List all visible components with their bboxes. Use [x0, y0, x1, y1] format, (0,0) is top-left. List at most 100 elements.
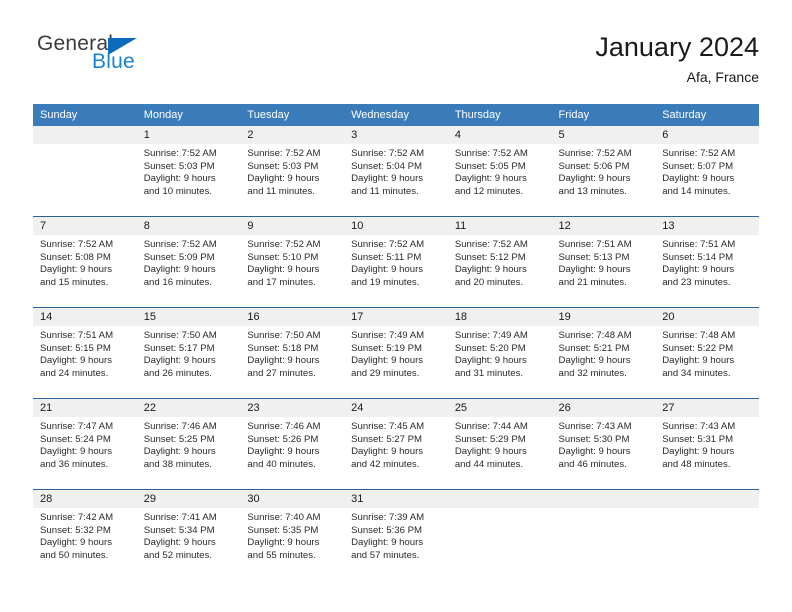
sunset-text: Sunset: 5:12 PM	[454, 251, 526, 263]
calendar-day-cell[interactable]: 1 Sunrise: 7:52 AM Sunset: 5:03 PM Daylight…	[136, 126, 241, 217]
daylight-text-line2: and 19 minutes.	[351, 276, 420, 288]
calendar-day-cell[interactable]: 11 Sunrise: 7:52 AM Sunset: 5:12 PM Dayligh…	[447, 216, 552, 308]
sunset-text: Sunset: 5:03 PM	[247, 160, 319, 172]
calendar-day-cell[interactable]: 22 Sunrise: 7:46 AM Sunset: 5:25 PM Dayligh…	[136, 398, 241, 490]
day-number	[655, 490, 759, 508]
calendar-day-cell[interactable]: 29 Sunrise: 7:41 AM Sunset: 5:34 PM Dayligh…	[136, 489, 241, 580]
sunrise-text: Sunrise: 7:46 AM	[247, 421, 321, 432]
daylight-text-line2: and 10 minutes.	[143, 185, 212, 197]
day-cell-inner: 3 Sunrise: 7:52 AM Sunset: 5:04 PM Daylight…	[344, 126, 448, 216]
calendar-day-cell[interactable]: 27 Sunrise: 7:43 AM Sunset: 5:31 PM Dayligh…	[655, 398, 759, 490]
calendar-day-cell[interactable]: 8 Sunrise: 7:52 AM Sunset: 5:09 PM Daylight…	[136, 216, 241, 308]
calendar-day-cell[interactable]: 26 Sunrise: 7:43 AM Sunset: 5:30 PM Dayligh…	[551, 398, 656, 490]
daylight-text-line1: Daylight: 9 hours	[40, 446, 112, 458]
day-cell-inner: 15 Sunrise: 7:50 AM Sunset: 5:17 PM Dayligh…	[136, 308, 241, 398]
sunrise-text: Sunrise: 7:52 AM	[247, 239, 321, 250]
calendar-day-cell[interactable]: 10 Sunrise: 7:52 AM Sunset: 5:11 PM Dayligh…	[344, 216, 448, 308]
day-cell-inner: 4 Sunrise: 7:52 AM Sunset: 5:05 PM Daylight…	[447, 126, 552, 216]
calendar-day-cell[interactable]: 31 Sunrise: 7:39 AM Sunset: 5:36 PM Dayligh…	[344, 489, 448, 580]
calendar-day-cell[interactable]: 13 Sunrise: 7:51 AM Sunset: 5:14 PM Dayligh…	[655, 216, 759, 308]
sunset-text: Sunset: 5:31 PM	[662, 433, 734, 445]
day-details: Sunrise: 7:52 AM Sunset: 5:07 PM Daylight:…	[655, 144, 759, 198]
day-details: Sunrise: 7:39 AM Sunset: 5:36 PM Daylight:…	[344, 508, 448, 562]
calendar-day-cell[interactable]: 12 Sunrise: 7:51 AM Sunset: 5:13 PM Dayligh…	[551, 216, 656, 308]
day-number: 17	[344, 308, 448, 326]
day-details: Sunrise: 7:51 AM Sunset: 5:13 PM Daylight:…	[552, 235, 656, 289]
day-cell-inner: 25 Sunrise: 7:44 AM Sunset: 5:29 PM Dayligh…	[447, 399, 552, 489]
sunset-text: Sunset: 5:26 PM	[247, 433, 319, 445]
day-cell-inner: 22 Sunrise: 7:46 AM Sunset: 5:25 PM Dayligh…	[136, 399, 241, 489]
page-subtitle-location: Afa, France	[686, 69, 759, 85]
calendar-day-cell[interactable]: 9 Sunrise: 7:52 AM Sunset: 5:10 PM Daylight…	[240, 216, 345, 308]
day-cell-inner: 23 Sunrise: 7:46 AM Sunset: 5:26 PM Dayligh…	[240, 399, 345, 489]
calendar-day-cell[interactable]: 21 Sunrise: 7:47 AM Sunset: 5:24 PM Dayligh…	[33, 398, 137, 490]
sunrise-text: Sunrise: 7:44 AM	[454, 421, 528, 432]
weekday-header-saturday: Saturday	[655, 104, 759, 126]
day-number: 29	[136, 490, 241, 508]
sunrise-text: Sunrise: 7:50 AM	[247, 330, 321, 341]
daylight-text-line2: and 11 minutes.	[351, 185, 419, 197]
calendar-day-cell[interactable]: 24 Sunrise: 7:45 AM Sunset: 5:27 PM Dayligh…	[344, 398, 448, 490]
day-number: 28	[33, 490, 137, 508]
calendar-day-cell	[447, 489, 552, 580]
calendar-day-cell[interactable]: 6 Sunrise: 7:52 AM Sunset: 5:07 PM Daylight…	[655, 126, 759, 217]
daylight-text-line1: Daylight: 9 hours	[143, 264, 216, 276]
calendar-day-cell[interactable]: 5 Sunrise: 7:52 AM Sunset: 5:06 PM Daylight…	[551, 126, 656, 217]
calendar-day-cell[interactable]: 7 Sunrise: 7:52 AM Sunset: 5:08 PM Daylight…	[33, 216, 137, 308]
day-number: 27	[655, 399, 759, 417]
calendar-day-cell[interactable]: 17 Sunrise: 7:49 AM Sunset: 5:19 PM Dayligh…	[344, 307, 448, 399]
calendar-day-cell[interactable]: 23 Sunrise: 7:46 AM Sunset: 5:26 PM Dayligh…	[240, 398, 345, 490]
sunrise-text: Sunrise: 7:39 AM	[351, 512, 425, 523]
calendar-week-row: 28 Sunrise: 7:42 AM Sunset: 5:32 PM Dayligh…	[33, 489, 759, 580]
calendar-day-cell[interactable]: 3 Sunrise: 7:52 AM Sunset: 5:04 PM Daylight…	[344, 126, 448, 217]
day-number: 4	[447, 126, 552, 144]
calendar-day-cell[interactable]: 28 Sunrise: 7:42 AM Sunset: 5:32 PM Dayligh…	[33, 489, 137, 580]
daylight-text-line2: and 29 minutes.	[351, 367, 420, 379]
sunset-text: Sunset: 5:34 PM	[143, 524, 215, 536]
calendar-day-cell[interactable]: 20 Sunrise: 7:48 AM Sunset: 5:22 PM Dayligh…	[655, 307, 759, 399]
calendar-day-cell	[551, 489, 656, 580]
daylight-text-line1: Daylight: 9 hours	[662, 446, 735, 458]
daylight-text-line2: and 57 minutes.	[351, 549, 420, 561]
daylight-text-line2: and 48 minutes.	[662, 458, 731, 470]
day-details: Sunrise: 7:45 AM Sunset: 5:27 PM Daylight:…	[344, 417, 448, 471]
calendar-day-cell[interactable]: 14 Sunrise: 7:51 AM Sunset: 5:15 PM Dayligh…	[33, 307, 137, 399]
calendar-day-cell[interactable]: 15 Sunrise: 7:50 AM Sunset: 5:17 PM Dayligh…	[136, 307, 241, 399]
day-number: 16	[240, 308, 345, 326]
day-cell-inner: 1 Sunrise: 7:52 AM Sunset: 5:03 PM Daylight…	[136, 126, 241, 216]
day-details: Sunrise: 7:52 AM Sunset: 5:03 PM Daylight:…	[240, 144, 344, 198]
sunset-text: Sunset: 5:17 PM	[143, 342, 215, 354]
calendar-week-row: 7 Sunrise: 7:52 AM Sunset: 5:08 PM Daylight…	[33, 216, 759, 308]
calendar-day-cell[interactable]: 4 Sunrise: 7:52 AM Sunset: 5:05 PM Daylight…	[447, 126, 552, 217]
calendar-day-cell[interactable]: 19 Sunrise: 7:48 AM Sunset: 5:21 PM Dayligh…	[551, 307, 656, 399]
calendar-day-cell[interactable]: 25 Sunrise: 7:44 AM Sunset: 5:29 PM Dayligh…	[447, 398, 552, 490]
calendar-day-cell[interactable]: 18 Sunrise: 7:49 AM Sunset: 5:20 PM Dayligh…	[447, 307, 552, 399]
day-details: Sunrise: 7:47 AM Sunset: 5:24 PM Daylight:…	[33, 417, 137, 471]
sunset-text: Sunset: 5:36 PM	[351, 524, 423, 536]
day-details: Sunrise: 7:43 AM Sunset: 5:30 PM Daylight:…	[552, 417, 656, 471]
day-number: 23	[240, 399, 345, 417]
daylight-text-line2: and 32 minutes.	[558, 367, 627, 379]
daylight-text-line1: Daylight: 9 hours	[351, 173, 424, 185]
day-number: 7	[33, 217, 137, 235]
page-title: January 2024	[595, 32, 759, 62]
day-details: Sunrise: 7:43 AM Sunset: 5:31 PM Daylight:…	[655, 417, 759, 471]
calendar-day-cell[interactable]: 2 Sunrise: 7:52 AM Sunset: 5:03 PM Daylight…	[240, 126, 345, 217]
calendar-week-row: 1 Sunrise: 7:52 AM Sunset: 5:03 PM Daylight…	[33, 126, 759, 217]
sunset-text: Sunset: 5:27 PM	[351, 433, 423, 445]
day-details: Sunrise: 7:51 AM Sunset: 5:14 PM Daylight:…	[655, 235, 759, 289]
day-number: 10	[344, 217, 448, 235]
calendar-day-cell[interactable]: 30 Sunrise: 7:40 AM Sunset: 5:35 PM Dayligh…	[240, 489, 345, 580]
day-cell-inner: 30 Sunrise: 7:40 AM Sunset: 5:35 PM Dayligh…	[240, 490, 345, 580]
day-number: 6	[655, 126, 759, 144]
daylight-text-line2: and 23 minutes.	[662, 276, 731, 288]
day-cell-inner: 28 Sunrise: 7:42 AM Sunset: 5:32 PM Dayligh…	[33, 490, 137, 580]
daylight-text-line1: Daylight: 9 hours	[662, 264, 735, 276]
calendar-day-cell[interactable]: 16 Sunrise: 7:50 AM Sunset: 5:18 PM Dayligh…	[240, 307, 345, 399]
day-details: Sunrise: 7:52 AM Sunset: 5:10 PM Daylight:…	[240, 235, 344, 289]
sunset-text: Sunset: 5:05 PM	[454, 160, 526, 172]
day-cell-inner: 8 Sunrise: 7:52 AM Sunset: 5:09 PM Daylight…	[136, 217, 241, 307]
sunset-text: Sunset: 5:24 PM	[40, 433, 111, 445]
day-number	[33, 126, 137, 144]
day-cell-inner	[551, 490, 656, 580]
